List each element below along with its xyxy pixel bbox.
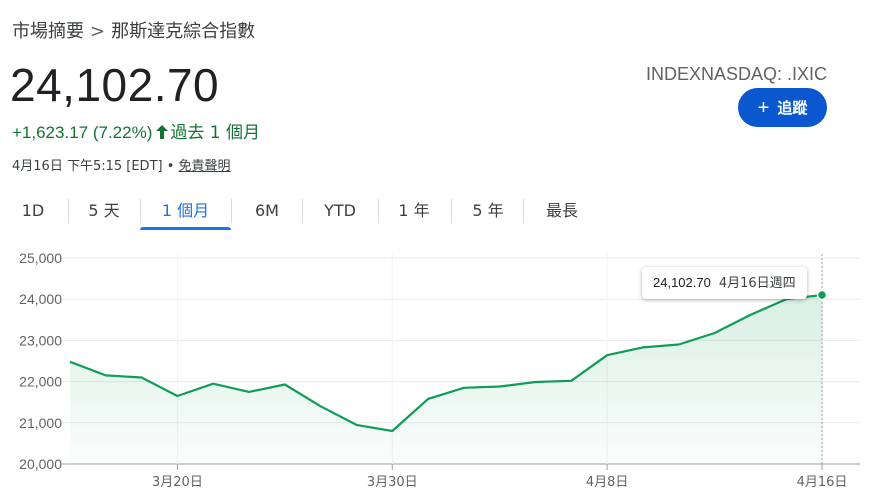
x-tick-label: 4月16日: [797, 475, 848, 490]
tab-divider: [302, 199, 303, 223]
y-tick-label: 22,000: [19, 374, 62, 390]
change-value: +1,623.17 (7.22%): [12, 123, 153, 142]
breadcrumb-current: 那斯達克綜合指數: [111, 21, 256, 42]
x-tick-label: 3月20日: [152, 475, 203, 490]
arrow-up-icon: [156, 123, 169, 142]
area-fill: [70, 295, 822, 464]
follow-button-label: 追蹤: [777, 100, 808, 117]
y-tick-label: 25,000: [19, 250, 62, 266]
chart-tooltip: 24,102.70 4月16日週四: [642, 267, 807, 299]
y-tick-label: 24,000: [19, 291, 62, 307]
range-tabs: 1D 5 天 1 個月 6M YTD 1 年 5 年 最長: [0, 195, 882, 230]
tab-divider: [231, 199, 232, 223]
tab-1m[interactable]: 1 個月: [140, 195, 231, 230]
x-tick-label: 3月30日: [367, 475, 418, 490]
y-tick-label: 21,000: [19, 415, 62, 431]
tooltip-value: 24,102.70: [653, 275, 711, 290]
tab-divider: [68, 199, 69, 223]
tab-1y[interactable]: 1 年: [386, 195, 442, 227]
tab-6m[interactable]: 6M: [240, 195, 294, 227]
tab-5y[interactable]: 5 年: [460, 195, 516, 227]
bullet-separator: •: [166, 159, 175, 174]
breadcrumb-separator: >: [90, 21, 106, 42]
tab-divider: [451, 199, 452, 223]
x-tick-label: 4月8日: [586, 475, 629, 490]
breadcrumb-market-summary-link[interactable]: 市場摘要: [12, 21, 84, 42]
quote-timestamp: 4月16日 下午5:15 [EDT] • 免責聲明: [12, 155, 231, 174]
y-tick-label: 23,000: [19, 332, 62, 348]
tab-max[interactable]: 最長: [532, 195, 592, 227]
plus-icon: +: [757, 96, 770, 119]
tab-divider: [523, 199, 524, 223]
price-change: +1,623.17 (7.22%) 過去 1 個月: [12, 118, 260, 143]
ticker-symbol: INDEXNASDAQ: .IXIC: [645, 64, 827, 84]
index-price: 24,102.70: [10, 59, 220, 111]
disclaimer-link[interactable]: 免責聲明: [179, 159, 231, 174]
timestamp-text: 4月16日 下午5:15 [EDT]: [12, 159, 163, 174]
tab-1d[interactable]: 1D: [12, 195, 54, 227]
tooltip-date: 4月16日週四: [718, 276, 796, 291]
y-tick-label: 20,000: [19, 456, 62, 472]
change-period: 過去 1 個月: [170, 123, 260, 143]
tab-divider: [378, 199, 379, 223]
breadcrumb: 市場摘要 > 那斯達克綜合指數: [12, 17, 255, 43]
tab-ytd[interactable]: YTD: [310, 195, 370, 227]
follow-button[interactable]: + 追蹤: [738, 88, 827, 127]
last-point-marker: [816, 289, 828, 301]
tab-5d[interactable]: 5 天: [76, 195, 132, 227]
